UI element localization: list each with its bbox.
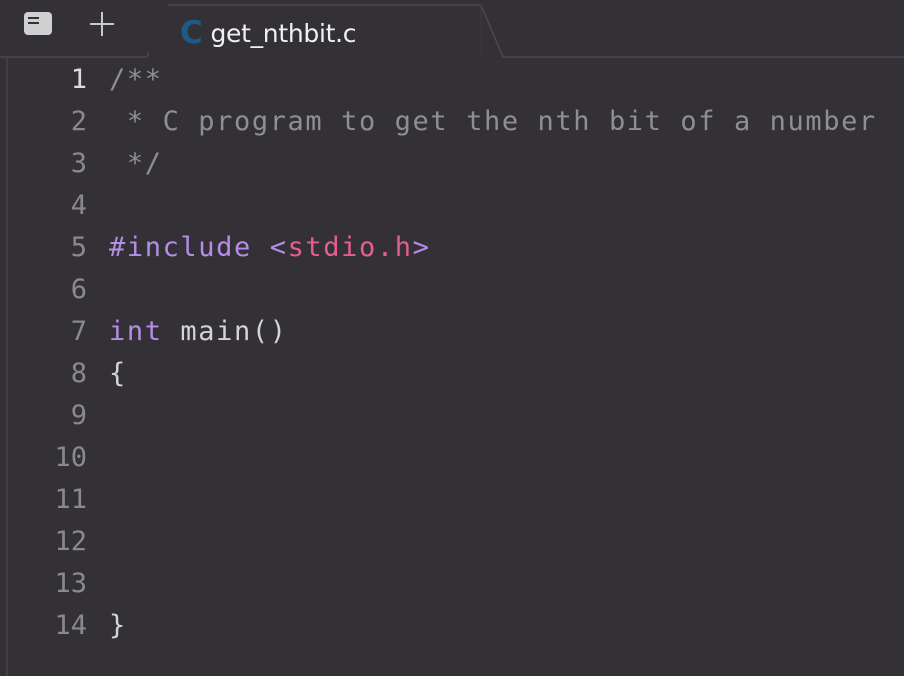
code-token: >	[412, 232, 431, 263]
line-number: 8	[70, 358, 87, 389]
code-token: */	[109, 148, 163, 179]
code-text: * C program to get the nth bit of a numb…	[109, 101, 877, 143]
code-token: int	[109, 316, 163, 347]
code-token: }	[109, 610, 127, 641]
line-number: 13	[54, 568, 87, 599]
code-text: /**	[109, 59, 163, 101]
code-text: {	[109, 353, 127, 395]
line-number: 14	[54, 610, 87, 641]
line-number: 3	[70, 148, 87, 179]
line-number: 9	[70, 400, 87, 431]
line-number: 2	[70, 106, 87, 137]
line-number: 12	[54, 526, 87, 557]
code-token: <	[269, 232, 288, 263]
tab-bar: C get_nthbit.c	[0, 0, 904, 58]
code-token: {	[109, 358, 127, 389]
line-number: 1	[70, 64, 87, 95]
c-language-icon: C	[180, 15, 203, 51]
code-token: stdio.h	[287, 232, 413, 263]
line-number: 6	[70, 274, 87, 305]
line-number: 5	[70, 232, 87, 263]
code-token: /**	[109, 64, 163, 95]
line-number: 11	[54, 484, 87, 515]
code-text: int main()	[109, 311, 288, 353]
code-text: }	[109, 605, 127, 647]
code-token: * C program to get the nth bit of a numb…	[109, 106, 877, 137]
code-token: #include	[109, 232, 252, 263]
code-text: #include <stdio.h>	[109, 227, 430, 269]
tab-get-nthbit-c[interactable]: C get_nthbit.c	[180, 15, 357, 51]
tab-outline	[0, 4, 904, 58]
code-text: */	[109, 143, 163, 185]
line-number: 7	[70, 316, 87, 347]
line-number: 4	[70, 190, 87, 221]
tab-label: get_nthbit.c	[210, 18, 357, 48]
code-token: main()	[162, 316, 288, 347]
line-number: 10	[54, 442, 87, 473]
code-editor[interactable]: 1 /** 2 * C program to get the nth bit of …	[6, 58, 904, 676]
